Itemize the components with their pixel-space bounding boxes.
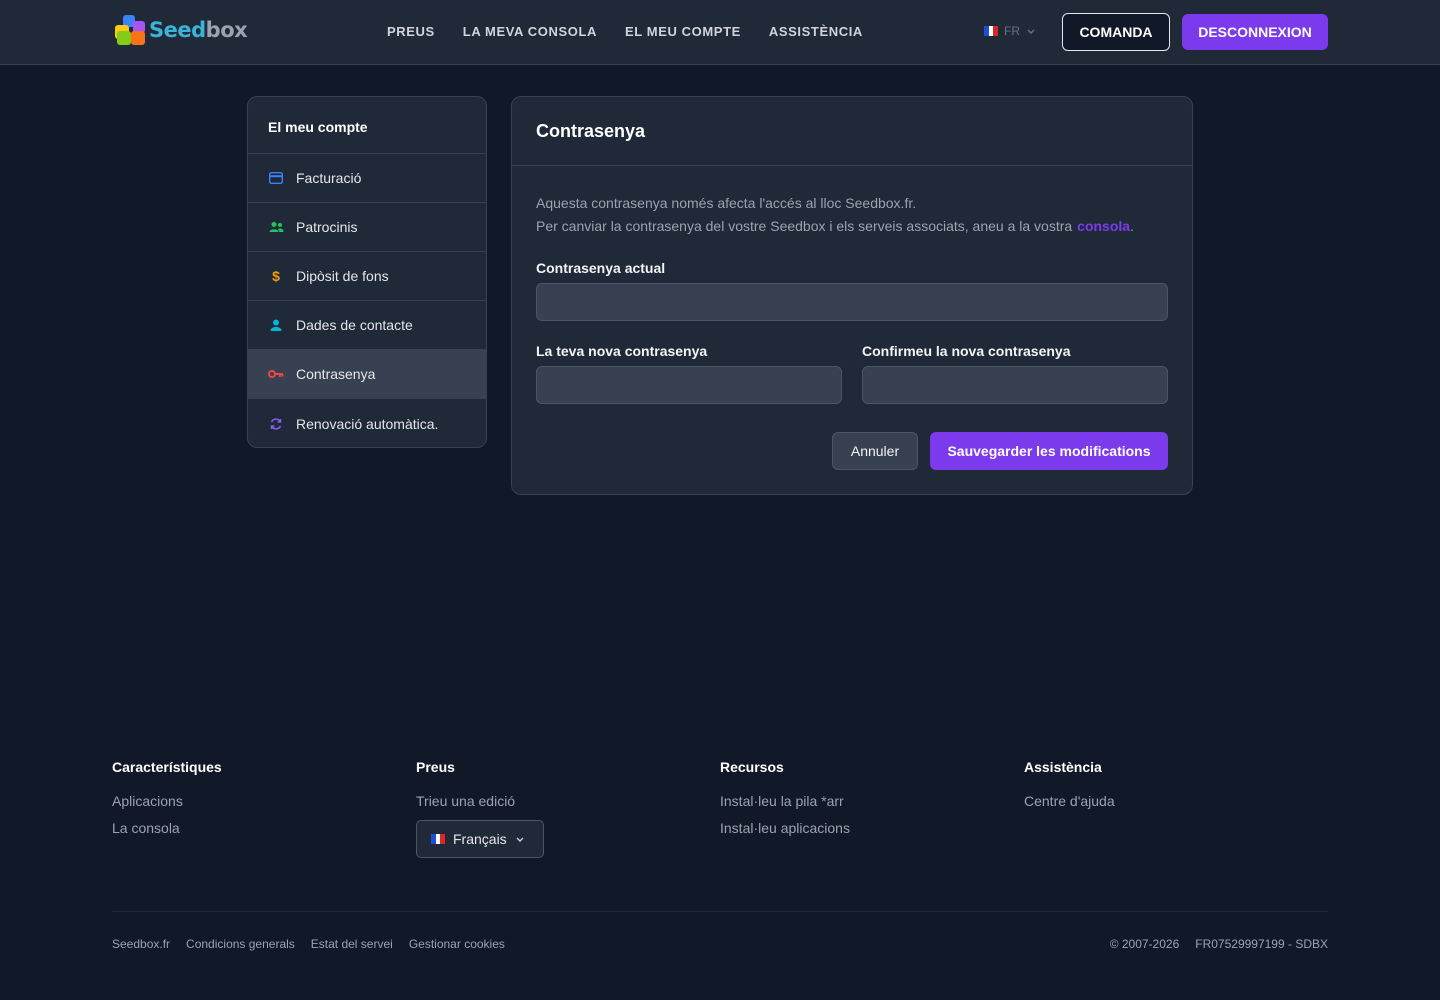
footer-language-label: Français [453, 831, 507, 847]
seedbox-logo[interactable]: Seedbox [113, 15, 248, 47]
sidebar-title: El meu compte [248, 97, 486, 154]
sidebar-item-label: Renovació automàtica. [296, 415, 439, 432]
refresh-icon [268, 416, 284, 432]
footer-link-cookies[interactable]: Gestionar cookies [409, 937, 505, 951]
confirm-password-label: Confirmeu la nova contrasenya [862, 343, 1071, 359]
footer-bottom-links: Seedbox.fr Condicions generals Estat del… [112, 937, 505, 951]
footer-divider [112, 911, 1328, 912]
sidebar-item-label: Dipòsit de fons [296, 268, 389, 284]
nav-my-account[interactable]: EL MEU COMPTE [625, 24, 741, 39]
footer-link-terms[interactable]: Condicions generals [186, 937, 295, 951]
footer-col-title: Assistència [1024, 759, 1102, 775]
save-button[interactable]: Sauvegarder les modifications [930, 432, 1168, 470]
credit-card-icon [268, 170, 284, 186]
footer-col-title: Preus [416, 759, 455, 775]
footer-col-resources: Recursos Instal·leu la pila *arr Instal·… [720, 759, 1024, 858]
sidebar-item-label: Dades de contacte [296, 317, 413, 333]
language-selector[interactable]: FR [984, 24, 1036, 38]
footer-link-install-apps[interactable]: Instal·leu aplicacions [720, 820, 1024, 836]
footer-col-prices: Preus Trieu una edició Français [416, 759, 720, 858]
copyright: © 2007-2026 [1109, 937, 1180, 951]
sidebar-item-contact[interactable]: Dades de contacte [248, 301, 486, 350]
footer-link-choose-edition[interactable]: Trieu una edició [416, 793, 720, 809]
nav-prices[interactable]: PREUS [387, 24, 435, 39]
sidebar-item-billing[interactable]: Facturació [248, 154, 486, 203]
french-flag-icon [984, 26, 999, 36]
footer-link-console[interactable]: La consola [112, 820, 416, 836]
footer-link-arr-stack[interactable]: Instal·leu la pila *arr [720, 793, 1024, 809]
sidebar-item-sponsorships[interactable]: Patrocinis [248, 203, 486, 252]
footer-columns: Característiques Aplicacions La consola … [112, 759, 1328, 858]
main-nav: PREUS LA MEVA CONSOLA EL MEU COMPTE ASSI… [387, 24, 863, 39]
footer-link-help-center[interactable]: Centre d'ajuda [1024, 793, 1328, 809]
users-icon [268, 219, 284, 235]
footer-link-home[interactable]: Seedbox.fr [112, 937, 170, 951]
nav-my-console[interactable]: LA MEVA CONSOLA [463, 24, 597, 39]
logo-blocks-icon [113, 15, 147, 47]
footer-col-features: Característiques Aplicacions La consola [112, 759, 416, 858]
description: Aquesta contrasenya només afecta l'accés… [536, 195, 1134, 234]
chevron-down-icon [516, 837, 524, 842]
footer-language-select[interactable]: Français [416, 820, 544, 858]
user-icon [268, 317, 284, 333]
footer-legal: © 2007-2026 FR07529997199 - SDBX [1110, 937, 1328, 951]
sidebar-item-password[interactable]: Contrasenya [248, 350, 486, 399]
logo-text: Seedbox [149, 18, 248, 42]
password-card: Contrasenya Aquesta contrasenya només af… [511, 96, 1193, 495]
account-sidebar: El meu compte Facturació Patrocinis $ Di… [247, 96, 487, 448]
description-line-1: Aquesta contrasenya només afecta l'accés… [536, 195, 917, 211]
current-password-label: Contrasenya actual [536, 260, 666, 276]
key-icon [268, 366, 284, 382]
console-link[interactable]: consola [1077, 218, 1130, 234]
language-code: FR [1004, 24, 1020, 38]
new-password-label: La teva nova contrasenya [536, 343, 708, 359]
new-password-input[interactable] [536, 366, 842, 404]
logout-button[interactable]: DESCONNEXION [1182, 14, 1328, 50]
footer-link-status[interactable]: Estat del servei [311, 937, 393, 951]
sidebar-item-label: Patrocinis [296, 219, 358, 235]
footer-col-title: Característiques [112, 759, 222, 775]
footer-link-applications[interactable]: Aplicacions [112, 793, 416, 809]
sidebar-item-label: Facturació [296, 170, 362, 186]
page-title: Contrasenya [512, 97, 1192, 166]
footer-col-support: Assistència Centre d'ajuda [1024, 759, 1328, 858]
french-flag-icon [431, 834, 446, 844]
footer-col-title: Recursos [720, 759, 784, 775]
sidebar-item-auto-renewal[interactable]: Renovació automàtica. [248, 399, 486, 447]
cancel-button[interactable]: Annuler [832, 432, 918, 470]
sidebar-item-label: Contrasenya [296, 366, 376, 382]
company-id: FR07529997199 - SDBX [1195, 937, 1328, 951]
current-password-input[interactable] [536, 283, 1168, 321]
form-actions: Annuler Sauvegarder les modifications [832, 432, 1168, 470]
top-navbar: Seedbox PREUS LA MEVA CONSOLA EL MEU COM… [0, 0, 1440, 65]
nav-support[interactable]: ASSISTÈNCIA [769, 24, 863, 39]
order-button[interactable]: COMANDA [1062, 13, 1170, 51]
dollar-icon: $ [272, 268, 280, 284]
footer-bottom: Seedbox.fr Condicions generals Estat del… [112, 937, 1328, 951]
description-line-2: Per canviar la contrasenya del vostre Se… [536, 218, 1073, 234]
chevron-down-icon [1027, 29, 1035, 34]
confirm-password-input[interactable] [862, 366, 1168, 404]
sidebar-item-deposit[interactable]: $ Dipòsit de fons [248, 252, 486, 301]
